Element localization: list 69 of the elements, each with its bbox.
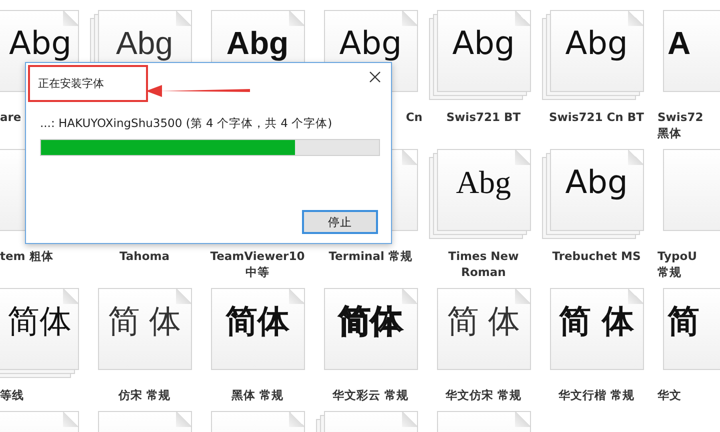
folded-corner xyxy=(514,412,530,427)
folded-corner xyxy=(288,412,304,427)
font-preview: Abg xyxy=(339,27,402,59)
font-name: 华文彩云 常规 xyxy=(332,387,408,403)
install-status: ...: HAKUYOXingShu3500 (第 4 个字体，共 4 个字体) xyxy=(40,116,334,131)
font-name: Cn xyxy=(406,109,422,125)
folded-corner xyxy=(514,11,530,26)
folded-corner xyxy=(176,412,190,427)
folded-corner xyxy=(628,11,642,26)
font-name: Swis721 Cn BT xyxy=(549,109,644,125)
font-preview: 简体 xyxy=(8,305,72,337)
font-name: 等线 xyxy=(0,387,24,403)
font-name: tem 粗体 xyxy=(0,248,54,264)
font-name: 黑体 xyxy=(658,125,682,141)
font-preview: 简 体 xyxy=(558,305,634,337)
font-file-icon[interactable]: 简 xyxy=(662,288,720,370)
font-name: Terminal 常规 xyxy=(328,248,412,264)
folded-corner xyxy=(514,289,530,304)
folded-corner xyxy=(288,289,304,304)
folded-corner xyxy=(402,150,416,165)
font-file-icon[interactable]: 简 体 xyxy=(98,288,192,370)
font-preview: 简 体 xyxy=(447,305,520,337)
folded-corner xyxy=(514,150,530,165)
font-name: Swis721 BT xyxy=(446,109,521,125)
close-icon[interactable] xyxy=(369,71,381,83)
folded-corner xyxy=(62,289,78,304)
font-name: Tahoma xyxy=(120,248,170,264)
font-preview: A xyxy=(668,27,691,59)
font-name: 华文行楷 常规 xyxy=(558,387,634,403)
font-name: Trebuchet MS xyxy=(552,248,641,264)
font-name: Roman xyxy=(461,264,506,280)
folded-corner xyxy=(62,412,78,427)
font-file-icon[interactable]: 简 体 xyxy=(550,288,644,370)
font-name: 华文仿宋 常规 xyxy=(445,387,522,403)
font-preview: Abg xyxy=(8,27,72,59)
font-name: 黑体 常规 xyxy=(231,387,284,403)
font-preview: Abg xyxy=(456,166,512,198)
folded-corner xyxy=(628,289,642,304)
font-name: Times New xyxy=(448,248,519,264)
font-file-icon[interactable]: 简体 xyxy=(324,288,418,370)
font-preview: 简 xyxy=(668,305,700,337)
font-file-icon[interactable]: 简 体 xyxy=(436,288,530,370)
font-preview: 简体 xyxy=(338,305,402,337)
folded-corner xyxy=(628,150,642,165)
font-file-icon[interactable]: 简体 xyxy=(210,288,304,370)
font-name: 中等 xyxy=(246,264,270,280)
font-preview: 简体 xyxy=(226,305,290,337)
folded-corner xyxy=(176,11,190,26)
font-preview: Abg xyxy=(226,27,289,59)
folded-corner xyxy=(402,289,416,304)
font-preview: Abg xyxy=(565,27,628,59)
folded-corner xyxy=(288,11,304,26)
font-preview: Abg xyxy=(565,166,628,198)
font-preview: 简 体 xyxy=(108,305,181,337)
folded-corner xyxy=(402,11,416,26)
folded-corner xyxy=(176,289,190,304)
stop-button[interactable]: 停止 xyxy=(302,210,378,234)
font-preview: Abg xyxy=(452,27,515,59)
font-preview: Abg xyxy=(116,27,173,59)
font-name: TeamViewer10 xyxy=(210,248,305,264)
font-name: TypoU xyxy=(658,248,697,264)
font-name: 华文 xyxy=(658,387,682,403)
font-name: are xyxy=(0,109,22,125)
font-name: Swis72 xyxy=(658,109,704,125)
folded-corner xyxy=(62,11,78,26)
font-file-icon[interactable]: A xyxy=(662,10,720,92)
font-name: 仿宋 常规 xyxy=(118,387,170,403)
folded-corner xyxy=(402,412,416,427)
font-name: 常规 xyxy=(658,264,682,280)
